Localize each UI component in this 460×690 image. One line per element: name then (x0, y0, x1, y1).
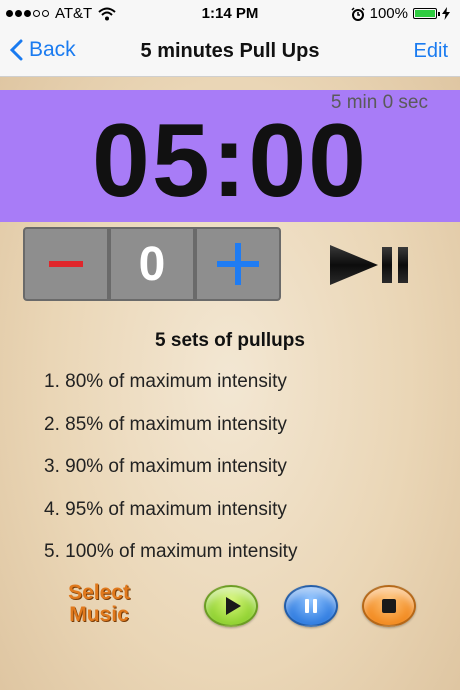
plus-icon (217, 243, 259, 285)
select-music-line1: Select (68, 581, 130, 604)
minus-button[interactable] (23, 227, 109, 301)
set-item: 4. 95% of maximum intensity (44, 498, 287, 520)
play-pause-button[interactable] (328, 245, 412, 285)
battery-fill (415, 10, 435, 17)
nav-bar: Back 5 minutes Pull Ups Edit (0, 28, 460, 77)
music-pause-button[interactable] (284, 585, 338, 627)
status-bar: AT&T 1:14 PM 100% (0, 0, 460, 28)
timer-display: 05:00 (92, 103, 368, 219)
workout-title: 5 sets of pullups (155, 330, 305, 351)
stop-icon (382, 599, 396, 613)
timer-panel: 5 min 0 sec 05:00 (0, 90, 460, 222)
play-icon (225, 597, 241, 615)
stepper-value: 0 (138, 237, 166, 291)
battery-icon (413, 8, 440, 19)
status-right: 100% (351, 5, 450, 22)
minus-icon (49, 261, 83, 267)
battery-label: 100% (369, 5, 408, 22)
stepper-value-box: 0 (109, 227, 195, 301)
edit-button[interactable]: Edit (414, 40, 448, 63)
charging-bolt-icon (442, 7, 450, 20)
alarm-icon (351, 6, 365, 21)
page-title: 5 minutes Pull Ups (140, 40, 320, 62)
music-play-button[interactable] (204, 585, 258, 627)
play-pause-icon (330, 245, 408, 285)
select-music-line2: Music (69, 603, 129, 626)
music-stop-button[interactable] (362, 585, 416, 627)
plus-button[interactable] (195, 227, 281, 301)
pause-icon (305, 599, 317, 613)
sets-stepper: 0 (23, 227, 281, 301)
select-music-button[interactable]: Select Music (58, 582, 140, 626)
set-item: 5. 100% of maximum intensity (44, 541, 298, 562)
set-item: 1. 80% of maximum intensity (44, 371, 287, 392)
set-item: 2. 85% of maximum intensity (44, 413, 287, 435)
set-item: 3. 90% of maximum intensity (44, 456, 287, 477)
set-list: 1. 80% of maximum intensity 2. 85% of ma… (44, 370, 297, 583)
